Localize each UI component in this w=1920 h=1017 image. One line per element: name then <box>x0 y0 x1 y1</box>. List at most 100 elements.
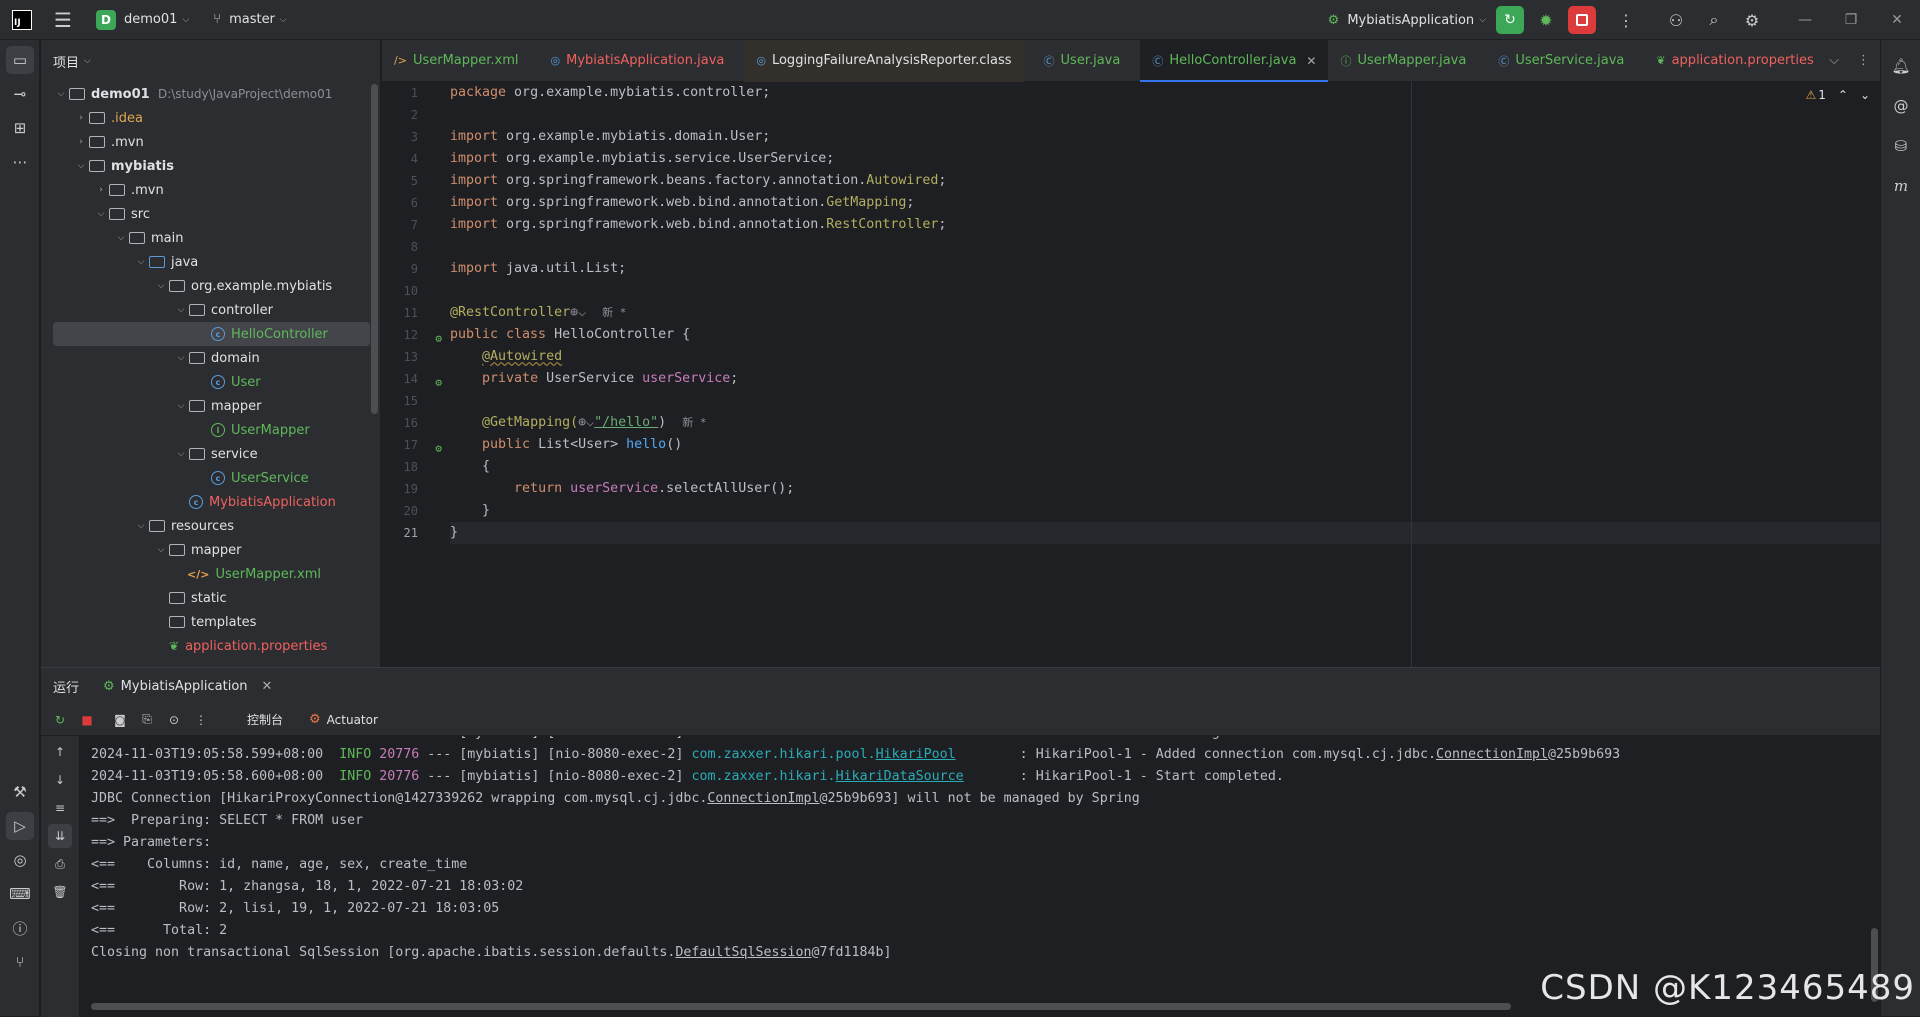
author-hint[interactable]: 新 * <box>682 416 706 429</box>
tabs-more-icon[interactable]: ⋮ <box>1857 53 1870 68</box>
project-name[interactable]: demo01 <box>124 12 177 27</box>
exit-icon[interactable]: ⎘ <box>136 709 158 731</box>
code-area[interactable]: package org.example.mybiatis.controller;… <box>450 82 1880 544</box>
chevron-down-icon[interactable]: ⌵ <box>84 56 91 66</box>
tree-item[interactable]: ⌵src <box>41 202 380 226</box>
services-tool-icon[interactable]: ◎ <box>6 846 34 874</box>
tab-user-java[interactable]: ⒸUser.java <box>1032 40 1133 82</box>
commit-tool-icon[interactable]: ⊸ <box>6 80 34 108</box>
tab-hellocontroller-java[interactable]: ⒸHelloController.java✕ <box>1140 40 1328 82</box>
ai-assistant-icon[interactable]: @ <box>1887 92 1915 120</box>
tree-item-selected[interactable]: cHelloController <box>53 322 370 346</box>
tree-item[interactable]: static <box>41 586 380 610</box>
restore-layout-icon[interactable]: ⊙ <box>163 709 185 731</box>
tree-item[interactable]: ⌵demo01 D:\study\JavaProject\demo01 <box>41 82 380 106</box>
run-config-selector[interactable]: ⚙ MybiatisApplication ⌵ <box>1328 13 1486 28</box>
class-file-icon: ◎ <box>756 54 766 67</box>
console-output[interactable]: 2024-11-03T19:05:58.427+08:00 INFO 20776… <box>91 736 1880 1002</box>
tab-loggingfailureanalysisreporter-class[interactable]: ◎LoggingFailureAnalysisReporter.class <box>744 40 1023 82</box>
close-tab-icon[interactable]: ✕ <box>262 679 273 694</box>
build-tool-icon[interactable]: ⚒ <box>6 778 34 806</box>
tab-usermapper-java[interactable]: ⓘUserMapper.java <box>1328 40 1478 82</box>
arrow-up-icon[interactable]: ↑ <box>48 740 72 764</box>
project-badge[interactable]: D <box>96 10 116 30</box>
minimize-button[interactable]: — <box>1782 0 1828 40</box>
soft-wrap-icon[interactable]: ≡ <box>48 796 72 820</box>
camera-icon[interactable]: ◙ <box>109 709 131 731</box>
next-highlight-icon[interactable]: ⌄ <box>1860 88 1870 102</box>
tree-item[interactable]: ›.idea <box>41 106 380 130</box>
tree-item[interactable]: ⌵resources <box>41 514 380 538</box>
tree-item[interactable]: ❦application.properties <box>41 634 380 658</box>
console-line: <== Row: 2, lisi, 19, 1, 2022-07-21 18:0… <box>91 898 1880 920</box>
tree-item[interactable]: cUser <box>41 370 380 394</box>
main-menu-icon[interactable]: ☰ <box>54 8 78 32</box>
restore-button[interactable]: ❐ <box>1828 0 1874 40</box>
scroll-to-end-icon[interactable]: ⇊ <box>48 824 72 848</box>
tree-item[interactable]: ⌵controller <box>41 298 380 322</box>
tree-item[interactable]: ⌵org.example.mybiatis <box>41 274 380 298</box>
tabs-dropdown-icon[interactable]: ⌵ <box>1829 53 1839 68</box>
tab-usermapper-xml[interactable]: />UserMapper.xml <box>382 40 531 82</box>
web-icon[interactable]: ⊕⌵ <box>578 415 594 430</box>
previous-highlight-icon[interactable]: ⌃ <box>1838 88 1848 102</box>
arrow-down-icon[interactable]: ↓ <box>48 768 72 792</box>
console-link[interactable]: DefaultSqlSession <box>675 945 811 960</box>
more-actions-icon[interactable]: ⋮ <box>1610 6 1642 34</box>
rerun-button[interactable]: ↻ <box>1496 6 1524 34</box>
run-tool-icon[interactable]: ▷ <box>6 812 34 840</box>
print-icon[interactable]: ⎙ <box>48 852 72 876</box>
console-link[interactable]: ConnectionImpl <box>707 791 819 806</box>
console-tab[interactable]: 控制台 <box>247 711 283 728</box>
project-scrollbar[interactable] <box>371 84 378 414</box>
trash-icon[interactable]: 🗑︎ <box>48 880 72 904</box>
tab-application-properties[interactable]: ❦application.properties <box>1644 40 1825 82</box>
project-tool-icon[interactable]: ▭ <box>6 46 34 74</box>
chevron-down-icon[interactable]: ⌵ <box>182 15 189 25</box>
rerun-icon[interactable]: ↻ <box>49 709 71 731</box>
more-actions-icon[interactable]: ⋮ <box>190 709 212 731</box>
branch-selector[interactable]: ⑂ master ⌵ <box>213 12 286 27</box>
tree-item[interactable]: ⌵mapper <box>41 538 380 562</box>
console-link[interactable]: ConnectionImpl <box>1436 747 1548 762</box>
tree-item[interactable]: ›.mvn <box>41 178 380 202</box>
tree-item[interactable]: ⌵service <box>41 442 380 466</box>
tree-item[interactable]: ⌵domain <box>41 346 380 370</box>
add-user-icon[interactable]: ⚇ <box>1660 6 1692 34</box>
more-tools-icon[interactable]: ⋯ <box>6 148 34 176</box>
code-editor[interactable]: 1 2 3 4 5 6 7 8 9 10 11 12⚙ 13 14⚙ 15 16… <box>382 82 1880 667</box>
tree-item[interactable]: ⌵mapper <box>41 394 380 418</box>
tree-item[interactable]: ⌵main <box>41 226 380 250</box>
console-horizontal-scrollbar[interactable] <box>91 1003 1511 1010</box>
stop-button[interactable] <box>1568 6 1596 34</box>
tree-item[interactable]: </>UserMapper.xml <box>41 562 380 586</box>
author-hint[interactable]: 新 * <box>602 306 626 319</box>
tree-item[interactable]: cMybiatisApplication <box>41 490 380 514</box>
actuator-tab[interactable]: Actuator <box>327 713 378 727</box>
terminal-tool-icon[interactable]: ⌨ <box>6 880 34 908</box>
maven-icon[interactable]: m <box>1887 172 1915 200</box>
inspection-widget[interactable]: ⚠1 ⌃ ⌄ <box>1805 88 1870 102</box>
tree-item[interactable]: iUserMapper <box>41 418 380 442</box>
tree-item[interactable]: templates <box>41 610 380 634</box>
tab-mybiatisapplication-java[interactable]: ◎MybiatisApplication.java <box>539 40 737 82</box>
problems-tool-icon[interactable]: ⓘ <box>6 914 34 942</box>
tab-userservice-java[interactable]: ⒸUserService.java <box>1486 40 1636 82</box>
tree-item[interactable]: ›.mvn <box>41 130 380 154</box>
project-panel-header[interactable]: 项目 ⌵ <box>41 40 380 82</box>
search-icon[interactable]: ⌕ <box>1698 6 1730 34</box>
stop-icon[interactable]: ■ <box>76 709 98 731</box>
notifications-icon[interactable]: 🔔︎ <box>1887 52 1915 80</box>
tree-item[interactable]: ⌵java <box>41 250 380 274</box>
tree-item[interactable]: cUserService <box>41 466 380 490</box>
web-icon[interactable]: ⊕⌵ <box>570 305 586 320</box>
git-tool-icon[interactable]: ⑂ <box>6 948 34 976</box>
structure-tool-icon[interactable]: ⊞ <box>6 114 34 142</box>
run-tab-mybiatisapplication[interactable]: ⚙ MybiatisApplication ✕ <box>103 679 272 694</box>
tree-item[interactable]: ⌵mybiatis <box>41 154 380 178</box>
close-tab-icon[interactable]: ✕ <box>1306 54 1316 68</box>
close-window-button[interactable]: ✕ <box>1874 0 1920 40</box>
debug-button[interactable]: ✹ <box>1532 6 1560 34</box>
database-icon[interactable]: ⛁ <box>1887 132 1915 160</box>
gear-icon[interactable]: ⚙ <box>1736 6 1768 34</box>
